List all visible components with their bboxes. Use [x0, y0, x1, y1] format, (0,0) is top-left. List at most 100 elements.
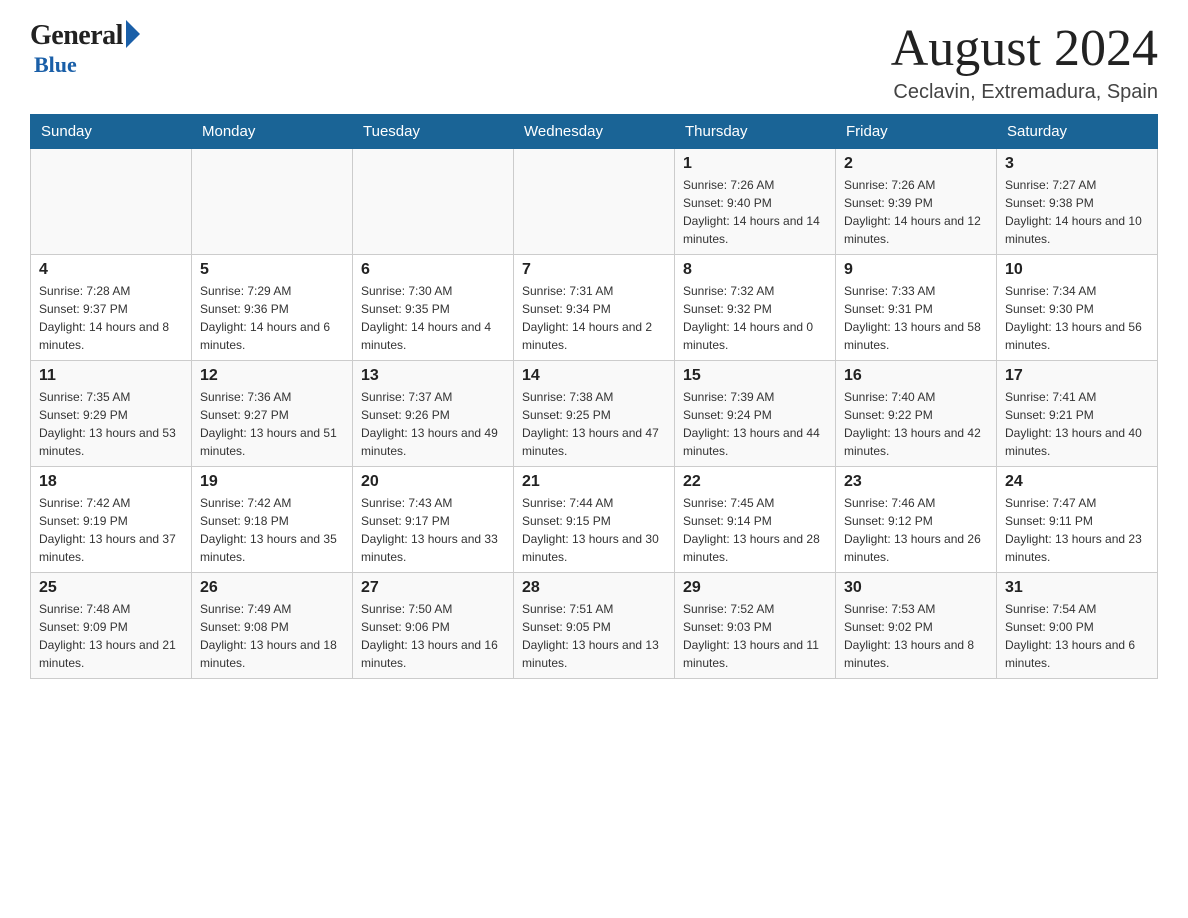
day-headers-row: SundayMondayTuesdayWednesdayThursdayFrid…	[31, 115, 1158, 149]
day-info: Sunrise: 7:49 AMSunset: 9:08 PMDaylight:…	[200, 600, 344, 672]
day-number: 30	[844, 579, 988, 597]
day-number: 6	[361, 261, 505, 279]
calendar-cell: 3Sunrise: 7:27 AMSunset: 9:38 PMDaylight…	[997, 149, 1158, 255]
calendar-cell	[353, 149, 514, 255]
calendar-cell: 27 Sunrise: 7:50 AMSunset: 9:06 PMDayligh…	[353, 573, 514, 679]
logo: General Blue	[30, 20, 140, 78]
day-info: Sunrise: 7:39 AMSunset: 9:24 PMDaylight:…	[683, 388, 827, 460]
calendar-cell: 7 Sunrise: 7:31 AMSunset: 9:34 PMDaylight…	[514, 255, 675, 361]
day-info: Sunrise: 7:52 AMSunset: 9:03 PMDaylight:…	[683, 600, 827, 672]
calendar-cell: 20 Sunrise: 7:43 AMSunset: 9:17 PMDayligh…	[353, 467, 514, 573]
day-info: Sunrise: 7:48 AMSunset: 9:09 PMDaylight:…	[39, 600, 183, 672]
calendar-cell: 1 Sunrise: 7:26 AMSunset: 9:40 PMDaylight…	[675, 149, 836, 255]
day-info: Sunrise: 7:41 AMSunset: 9:21 PMDaylight:…	[1005, 388, 1149, 460]
day-number: 29	[683, 579, 827, 597]
calendar-cell: 22Sunrise: 7:45 AMSunset: 9:14 PMDayligh…	[675, 467, 836, 573]
day-number: 10	[1005, 261, 1149, 279]
calendar-cell: 26Sunrise: 7:49 AMSunset: 9:08 PMDayligh…	[192, 573, 353, 679]
day-number: 31	[1005, 579, 1149, 597]
calendar-week-1: 1 Sunrise: 7:26 AMSunset: 9:40 PMDaylight…	[31, 149, 1158, 255]
calendar-cell: 9 Sunrise: 7:33 AMSunset: 9:31 PMDaylight…	[836, 255, 997, 361]
day-number: 2	[844, 155, 988, 173]
calendar-week-5: 25Sunrise: 7:48 AMSunset: 9:09 PMDayligh…	[31, 573, 1158, 679]
calendar-cell	[31, 149, 192, 255]
day-info: Sunrise: 7:50 AMSunset: 9:06 PMDaylight:…	[361, 600, 505, 672]
calendar-cell: 19 Sunrise: 7:42 AMSunset: 9:18 PMDayligh…	[192, 467, 353, 573]
day-number: 17	[1005, 367, 1149, 385]
calendar-cell: 4 Sunrise: 7:28 AMSunset: 9:37 PMDaylight…	[31, 255, 192, 361]
calendar-week-3: 11Sunrise: 7:35 AMSunset: 9:29 PMDayligh…	[31, 361, 1158, 467]
calendar-cell: 16 Sunrise: 7:40 AMSunset: 9:22 PMDayligh…	[836, 361, 997, 467]
calendar-cell: 24 Sunrise: 7:47 AMSunset: 9:11 PMDayligh…	[997, 467, 1158, 573]
day-info: Sunrise: 7:53 AMSunset: 9:02 PMDaylight:…	[844, 600, 988, 672]
day-info: Sunrise: 7:47 AMSunset: 9:11 PMDaylight:…	[1005, 494, 1149, 566]
day-number: 13	[361, 367, 505, 385]
day-info: Sunrise: 7:26 AMSunset: 9:39 PMDaylight:…	[844, 176, 988, 248]
day-number: 12	[200, 367, 344, 385]
day-number: 21	[522, 473, 666, 491]
day-info: Sunrise: 7:33 AMSunset: 9:31 PMDaylight:…	[844, 282, 988, 354]
day-number: 23	[844, 473, 988, 491]
day-info: Sunrise: 7:42 AMSunset: 9:18 PMDaylight:…	[200, 494, 344, 566]
day-info: Sunrise: 7:31 AMSunset: 9:34 PMDaylight:…	[522, 282, 666, 354]
day-number: 4	[39, 261, 183, 279]
day-number: 3	[1005, 155, 1149, 173]
calendar-cell: 28Sunrise: 7:51 AMSunset: 9:05 PMDayligh…	[514, 573, 675, 679]
calendar-cell: 10 Sunrise: 7:34 AMSunset: 9:30 PMDayligh…	[997, 255, 1158, 361]
day-info: Sunrise: 7:51 AMSunset: 9:05 PMDaylight:…	[522, 600, 666, 672]
day-info: Sunrise: 7:42 AMSunset: 9:19 PMDaylight:…	[39, 494, 183, 566]
day-info: Sunrise: 7:46 AMSunset: 9:12 PMDaylight:…	[844, 494, 988, 566]
logo-general-text: General	[30, 20, 123, 52]
day-number: 15	[683, 367, 827, 385]
day-info: Sunrise: 7:54 AMSunset: 9:00 PMDaylight:…	[1005, 600, 1149, 672]
day-info: Sunrise: 7:26 AMSunset: 9:40 PMDaylight:…	[683, 176, 827, 248]
day-header-thursday: Thursday	[675, 115, 836, 149]
day-info: Sunrise: 7:43 AMSunset: 9:17 PMDaylight:…	[361, 494, 505, 566]
page-header: General Blue August 2024 Ceclavin, Extre…	[30, 20, 1158, 104]
day-header-friday: Friday	[836, 115, 997, 149]
calendar-cell: 25Sunrise: 7:48 AMSunset: 9:09 PMDayligh…	[31, 573, 192, 679]
calendar-cell: 18Sunrise: 7:42 AMSunset: 9:19 PMDayligh…	[31, 467, 192, 573]
calendar-cell	[514, 149, 675, 255]
calendar-cell: 30 Sunrise: 7:53 AMSunset: 9:02 PMDayligh…	[836, 573, 997, 679]
day-info: Sunrise: 7:34 AMSunset: 9:30 PMDaylight:…	[1005, 282, 1149, 354]
day-number: 5	[200, 261, 344, 279]
day-number: 9	[844, 261, 988, 279]
day-number: 1	[683, 155, 827, 173]
calendar-cell: 11Sunrise: 7:35 AMSunset: 9:29 PMDayligh…	[31, 361, 192, 467]
calendar-cell: 23 Sunrise: 7:46 AMSunset: 9:12 PMDayligh…	[836, 467, 997, 573]
day-number: 16	[844, 367, 988, 385]
day-number: 20	[361, 473, 505, 491]
logo-triangle-icon	[126, 20, 140, 48]
day-number: 27	[361, 579, 505, 597]
calendar-week-4: 18Sunrise: 7:42 AMSunset: 9:19 PMDayligh…	[31, 467, 1158, 573]
day-info: Sunrise: 7:30 AMSunset: 9:35 PMDaylight:…	[361, 282, 505, 354]
day-info: Sunrise: 7:28 AMSunset: 9:37 PMDaylight:…	[39, 282, 183, 354]
day-header-sunday: Sunday	[31, 115, 192, 149]
calendar-cell: 8 Sunrise: 7:32 AMSunset: 9:32 PMDaylight…	[675, 255, 836, 361]
calendar-cell: 6 Sunrise: 7:30 AMSunset: 9:35 PMDaylight…	[353, 255, 514, 361]
calendar-cell: 12Sunrise: 7:36 AMSunset: 9:27 PMDayligh…	[192, 361, 353, 467]
day-number: 24	[1005, 473, 1149, 491]
day-number: 19	[200, 473, 344, 491]
day-info: Sunrise: 7:32 AMSunset: 9:32 PMDaylight:…	[683, 282, 827, 354]
calendar-week-2: 4 Sunrise: 7:28 AMSunset: 9:37 PMDaylight…	[31, 255, 1158, 361]
location-text: Ceclavin, Extremadura, Spain	[891, 81, 1158, 104]
day-number: 8	[683, 261, 827, 279]
calendar-table: SundayMondayTuesdayWednesdayThursdayFrid…	[30, 114, 1158, 679]
day-header-tuesday: Tuesday	[353, 115, 514, 149]
calendar-cell: 2 Sunrise: 7:26 AMSunset: 9:39 PMDaylight…	[836, 149, 997, 255]
calendar-cell: 21 Sunrise: 7:44 AMSunset: 9:15 PMDayligh…	[514, 467, 675, 573]
calendar-cell: 5Sunrise: 7:29 AMSunset: 9:36 PMDaylight…	[192, 255, 353, 361]
calendar-cell: 15 Sunrise: 7:39 AMSunset: 9:24 PMDayligh…	[675, 361, 836, 467]
calendar-cell: 14Sunrise: 7:38 AMSunset: 9:25 PMDayligh…	[514, 361, 675, 467]
day-info: Sunrise: 7:44 AMSunset: 9:15 PMDaylight:…	[522, 494, 666, 566]
day-info: Sunrise: 7:40 AMSunset: 9:22 PMDaylight:…	[844, 388, 988, 460]
day-info: Sunrise: 7:45 AMSunset: 9:14 PMDaylight:…	[683, 494, 827, 566]
day-header-saturday: Saturday	[997, 115, 1158, 149]
day-info: Sunrise: 7:38 AMSunset: 9:25 PMDaylight:…	[522, 388, 666, 460]
calendar-cell: 31 Sunrise: 7:54 AMSunset: 9:00 PMDayligh…	[997, 573, 1158, 679]
day-info: Sunrise: 7:35 AMSunset: 9:29 PMDaylight:…	[39, 388, 183, 460]
day-header-monday: Monday	[192, 115, 353, 149]
day-number: 7	[522, 261, 666, 279]
